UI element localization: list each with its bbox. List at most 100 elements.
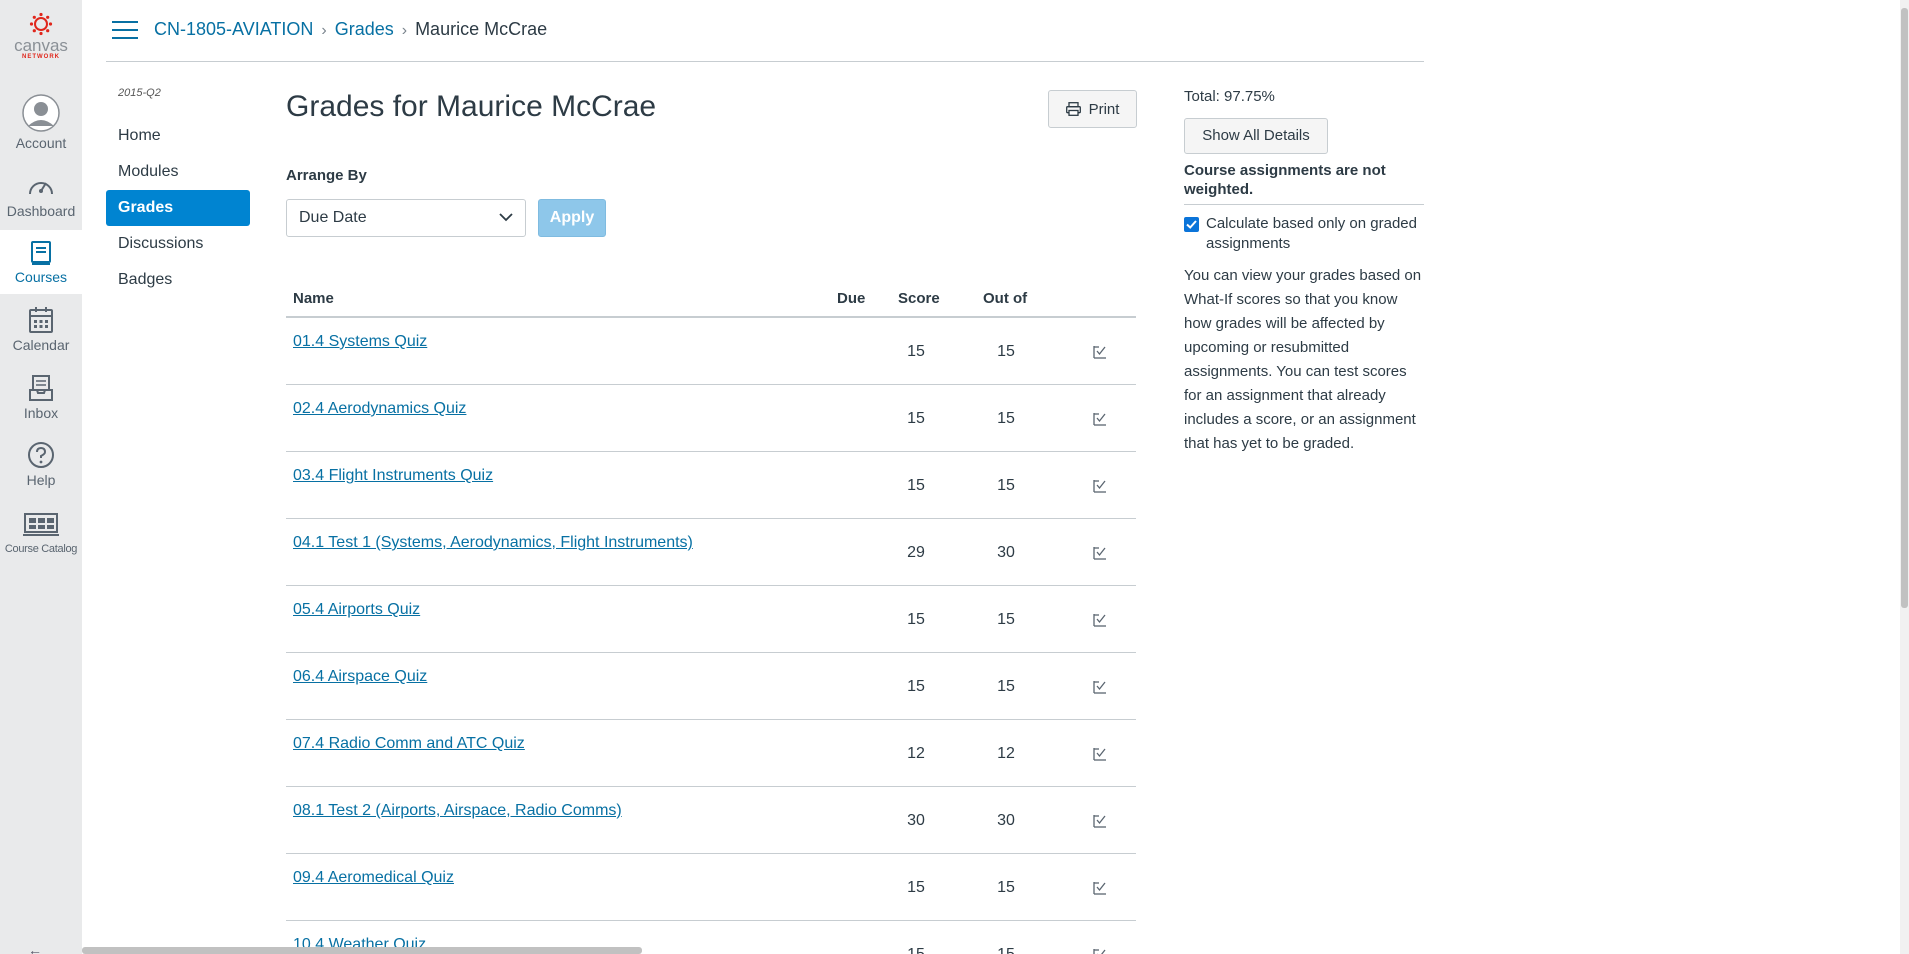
canvas-logo[interactable]: canvas NETWORK	[0, 12, 82, 60]
avatar-icon	[22, 94, 60, 132]
breadcrumb-course-link[interactable]: CN-1805-AVIATION	[154, 19, 313, 39]
print-button-label: Print	[1088, 100, 1120, 118]
canvas-logo-icon	[29, 12, 53, 36]
term-label: 2015-Q2	[118, 87, 161, 99]
course-nav-grades[interactable]: Grades	[106, 190, 250, 226]
what-if-explanation: You can view your grades based on What-I…	[1184, 267, 1422, 452]
calculate-graded-only[interactable]: Calculate based only on graded assignmen…	[1184, 214, 1424, 254]
gnav-account-label: Account	[15, 135, 67, 151]
gnav-dashboard[interactable]: Dashboard	[0, 174, 82, 219]
logo-subtitle: NETWORK	[22, 54, 60, 60]
gnav-calendar[interactable]: Calendar	[0, 306, 82, 353]
what-if-icon[interactable]	[1093, 881, 1107, 900]
assignment-out-of: 15	[986, 946, 1026, 954]
graded-only-checkbox[interactable]	[1184, 217, 1199, 232]
what-if-icon[interactable]	[1093, 546, 1107, 565]
apply-button[interactable]: Apply	[538, 199, 606, 237]
table-row: 08.1 Test 2 (Airports, Airspace, Radio C…	[286, 787, 1136, 854]
assignment-link[interactable]: 05.4 Airports Quiz	[293, 601, 420, 619]
assignment-score[interactable]: 29	[896, 544, 936, 562]
assignment-out-of: 15	[997, 410, 1015, 427]
arrange-by-select[interactable]: Due Date	[286, 199, 526, 237]
gnav-course-catalog[interactable]: Course Catalog	[0, 512, 82, 555]
assignment-link[interactable]: 08.1 Test 2 (Airports, Airspace, Radio C…	[293, 802, 622, 820]
breadcrumb-chevron-icon: ›	[401, 22, 408, 39]
collapse-nav-icon[interactable]: ←	[28, 942, 42, 954]
assignment-score[interactable]: 30	[896, 812, 936, 830]
header-name[interactable]: Name	[293, 290, 334, 307]
scrollbar-thumb[interactable]	[1901, 8, 1908, 608]
breadcrumb-chevron-icon: ›	[321, 22, 327, 39]
assignment-link[interactable]: 03.4 Flight Instruments Quiz	[293, 467, 493, 485]
graded-only-label: Calculate based only on graded assignmen…	[1206, 215, 1417, 252]
arrange-by-value: Due Date	[299, 209, 367, 226]
assignment-link[interactable]: 06.4 Airspace Quiz	[293, 668, 427, 686]
what-if-icon[interactable]	[1093, 479, 1107, 498]
what-if-icon[interactable]	[1093, 948, 1107, 954]
breadcrumb-current: Maurice McCrae	[415, 19, 548, 39]
assignment-link[interactable]: 07.4 Radio Comm and ATC Quiz	[293, 735, 525, 753]
logo-word: canvas	[14, 36, 68, 55]
gnav-inbox[interactable]: Inbox	[0, 374, 82, 421]
help-icon	[28, 442, 54, 468]
table-row: 01.4 Systems Quiz 15 15	[286, 318, 1136, 385]
table-row: 06.4 Airspace Quiz 15 15	[286, 653, 1136, 720]
hamburger-menu-icon[interactable]	[112, 21, 138, 41]
total-grade: Total: 97.75%	[1184, 88, 1275, 105]
breadcrumb: CN-1805-AVIATION › Grades › Maurice McCrae	[154, 19, 547, 40]
assignment-score[interactable]: 15	[896, 410, 936, 428]
assignment-out-of: 15	[997, 678, 1015, 695]
assignment-score[interactable]: 15	[896, 611, 936, 629]
assignment-score[interactable]: 15	[896, 678, 936, 696]
gnav-help[interactable]: Help	[0, 441, 82, 488]
assignment-out-of: 12	[997, 745, 1015, 762]
assignment-score[interactable]: 15	[896, 477, 936, 495]
table-row: 07.4 Radio Comm and ATC Quiz 12 12	[286, 720, 1136, 787]
course-nav-home[interactable]: Home	[106, 118, 250, 154]
gnav-courses[interactable]: Courses	[0, 230, 82, 294]
table-row: 05.4 Airports Quiz 15 15	[286, 586, 1136, 653]
header-due[interactable]: Due	[837, 290, 865, 307]
assignment-out-of: 15	[997, 879, 1015, 896]
header-out-of[interactable]: Out of	[983, 290, 1027, 307]
course-nav-discussions[interactable]: Discussions	[106, 226, 250, 262]
horizontal-scrollbar[interactable]	[82, 947, 642, 954]
table-row: 04.1 Test 1 (Systems, Aerodynamics, Flig…	[286, 519, 1136, 586]
catalog-icon	[23, 513, 59, 536]
assignment-score[interactable]: 12	[896, 745, 936, 763]
inbox-icon	[29, 375, 53, 401]
table-row: 03.4 Flight Instruments Quiz 15 15	[286, 452, 1136, 519]
page-title: Grades for Maurice McCrae	[286, 90, 657, 123]
what-if-icon[interactable]	[1093, 345, 1107, 364]
gnav-account[interactable]: Account	[0, 94, 82, 151]
header-score[interactable]: Score	[898, 290, 940, 307]
show-all-details-button[interactable]: Show All Details	[1184, 118, 1328, 154]
calendar-icon	[29, 307, 53, 333]
assignment-score[interactable]: 15	[896, 343, 936, 361]
course-nav-modules[interactable]: Modules	[106, 154, 250, 190]
course-nav: Home Modules Grades Discussions Badges	[106, 118, 250, 298]
what-if-icon[interactable]	[1093, 747, 1107, 766]
printer-icon	[1065, 102, 1081, 116]
assignment-link[interactable]: 04.1 Test 1 (Systems, Aerodynamics, Flig…	[293, 534, 693, 552]
course-nav-badges[interactable]: Badges	[106, 262, 250, 298]
arrange-by-label: Arrange By	[286, 167, 367, 184]
gnav-inbox-label: Inbox	[23, 405, 59, 421]
print-button[interactable]: Print	[1048, 90, 1137, 128]
what-if-icon[interactable]	[1093, 680, 1107, 699]
what-if-icon[interactable]	[1093, 412, 1107, 431]
weighting-note: Course assignments are not weighted.	[1184, 161, 1424, 205]
assignment-score[interactable]: 15	[896, 946, 936, 954]
assignment-score[interactable]: 15	[896, 879, 936, 897]
assignment-link[interactable]: 09.4 Aeromedical Quiz	[293, 869, 454, 887]
vertical-scrollbar[interactable]	[1900, 0, 1909, 954]
checkmark-icon	[1186, 220, 1197, 229]
assignment-link[interactable]: 01.4 Systems Quiz	[293, 333, 427, 351]
gnav-dashboard-label: Dashboard	[6, 203, 76, 219]
assignment-link[interactable]: 02.4 Aerodynamics Quiz	[293, 400, 466, 418]
what-if-icon[interactable]	[1093, 613, 1107, 632]
assignment-out-of: 30	[997, 812, 1015, 829]
breadcrumb-grades-link[interactable]: Grades	[335, 19, 394, 39]
table-body: 01.4 Systems Quiz 15 15 02.4 Aerodynamics Q…	[286, 318, 1136, 954]
what-if-icon[interactable]	[1093, 814, 1107, 833]
